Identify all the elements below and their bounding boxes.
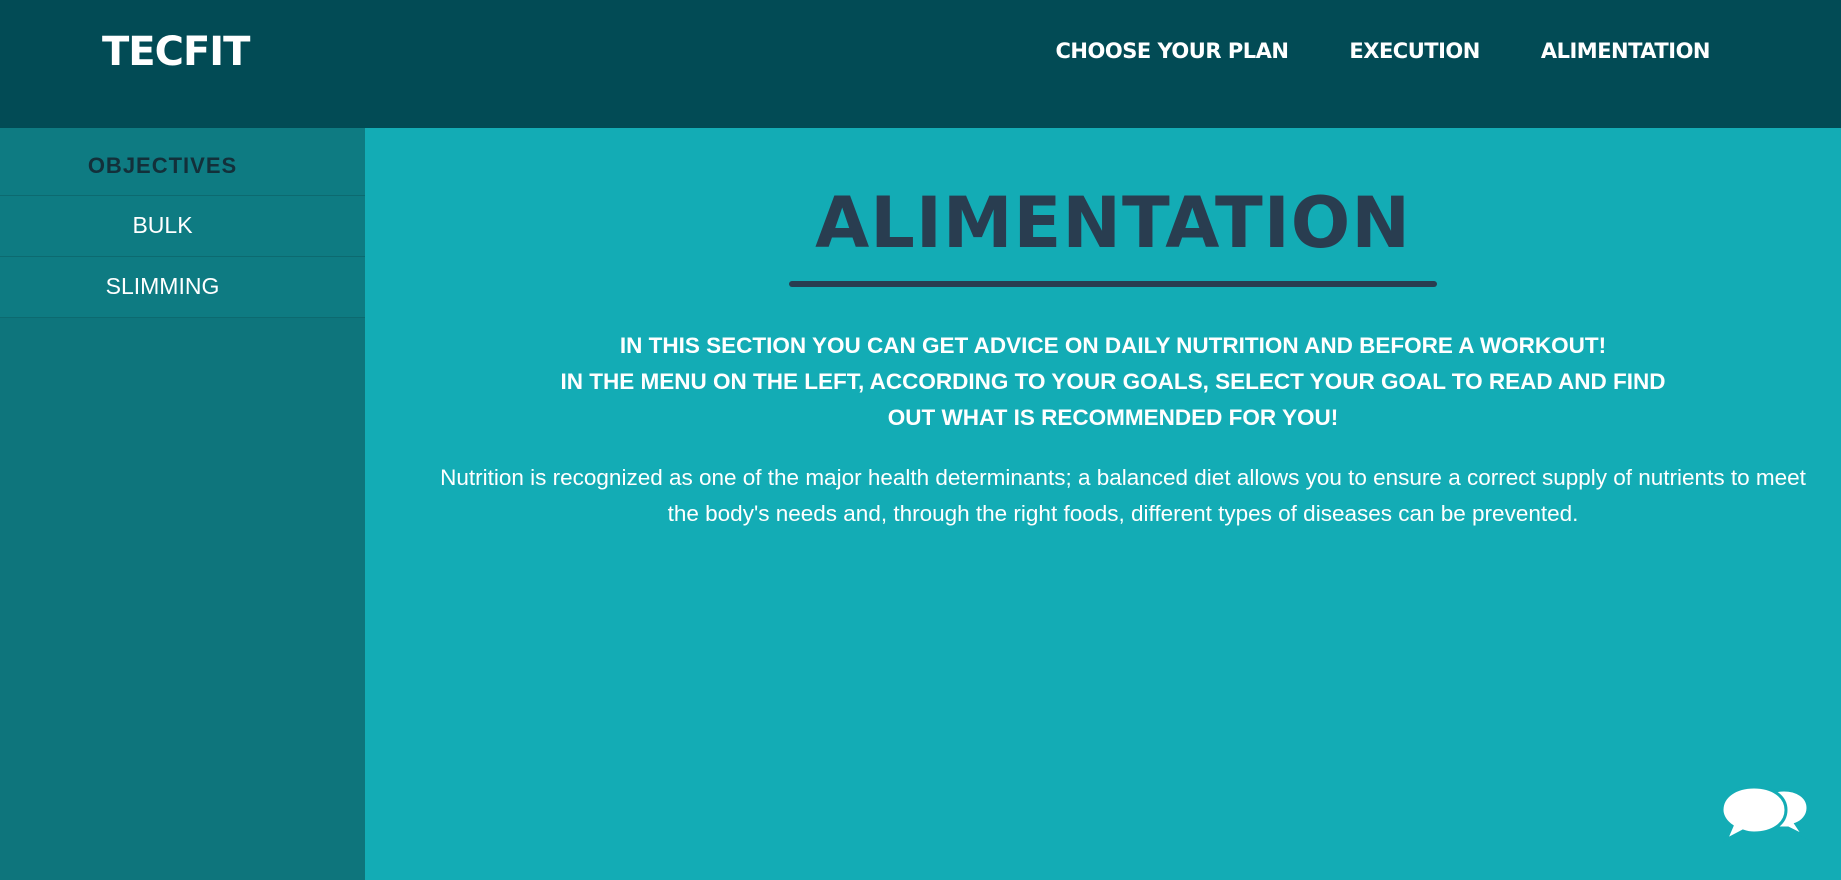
sidebar-item-slimming[interactable]: SLIMMING (0, 257, 365, 318)
nutrition-description: Nutrition is recognized as one of the ma… (383, 460, 1841, 532)
nav-link-choose-your-plan[interactable]: CHOOSE YOUR PLAN (1056, 36, 1289, 66)
intro-text: IN THIS SECTION YOU CAN GET ADVICE ON DA… (365, 328, 1841, 436)
nav-link-execution[interactable]: EXECUTION (1349, 36, 1480, 66)
sidebar: OBJECTIVES BULK SLIMMING (0, 128, 365, 880)
body-line: the body's needs and, through the right … (667, 501, 1579, 526)
intro-line: IN THIS SECTION YOU CAN GET ADVICE ON DA… (619, 333, 1607, 358)
sidebar-item-bulk[interactable]: BULK (0, 196, 365, 257)
page-title: ALIMENTATION (815, 182, 1411, 264)
intro-line: IN THE MENU ON THE LEFT, ACCORDING TO YO… (560, 369, 1666, 394)
body-line: Nutrition is recognized as one of the ma… (440, 465, 1806, 490)
nav-link-alimentation[interactable]: ALIMENTATION (1541, 36, 1711, 66)
page: TECFIT CHOOSE YOUR PLAN EXECUTION ALIMEN… (0, 0, 1841, 880)
title-underline (789, 281, 1437, 287)
top-navbar: TECFIT CHOOSE YOUR PLAN EXECUTION ALIMEN… (0, 0, 1841, 128)
main-content: ALIMENTATION IN THIS SECTION YOU CAN GET… (365, 128, 1841, 880)
main-nav: CHOOSE YOUR PLAN EXECUTION ALIMENTATION (1056, 36, 1711, 66)
chat-bubbles-icon[interactable] (1720, 784, 1810, 854)
brand-logo[interactable]: TECFIT (102, 26, 250, 78)
sidebar-heading: OBJECTIVES (0, 128, 365, 196)
intro-line: OUT WHAT IS RECOMMENDED FOR YOU! (887, 405, 1339, 430)
